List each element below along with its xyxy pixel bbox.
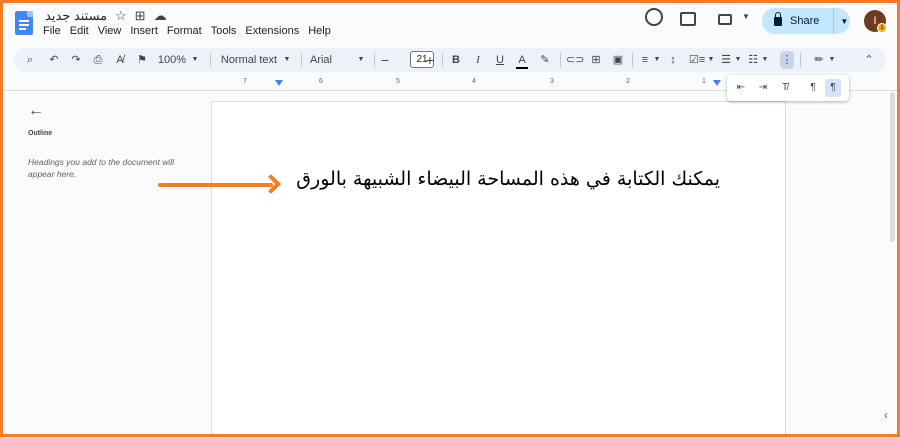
rtl-text-icon[interactable]: ¶ <box>825 79 841 97</box>
editing-mode-dropdown-icon[interactable]: ▼ <box>828 48 836 72</box>
share-label: Share <box>790 15 820 27</box>
underline-icon[interactable]: U <box>494 48 506 72</box>
ruler-tick: 2 <box>626 78 630 85</box>
ltr-text-icon[interactable]: ¶ <box>805 79 821 97</box>
style-dropdown-icon[interactable]: ▼ <box>282 48 292 72</box>
horizontal-ruler[interactable]: 7 6 5 4 3 2 1 <box>211 78 786 90</box>
document-body-text[interactable]: يمكنك الكتابة في هذه المساحة البيضاء الش… <box>284 168 720 190</box>
decrease-indent-icon[interactable]: ⇤ <box>733 79 749 97</box>
document-title[interactable]: مستند جديد <box>45 8 107 24</box>
font-dropdown-icon[interactable]: ▼ <box>356 48 366 72</box>
spellcheck-icon[interactable]: A̸ <box>112 48 128 72</box>
ruler-tick: 6 <box>319 78 323 85</box>
text-color-icon[interactable]: A <box>516 51 528 69</box>
bulleted-list-icon[interactable]: ☰ <box>719 48 733 72</box>
close-outline-arrow-icon[interactable]: ← <box>28 102 44 120</box>
share-dropdown-icon[interactable]: ▼ <box>840 17 848 26</box>
meet-dropdown-icon[interactable]: ▼ <box>742 12 750 21</box>
font-select[interactable]: Arial <box>308 48 334 72</box>
ruler-tick: 7 <box>243 78 247 85</box>
cloud-saved-icon[interactable]: ☁ <box>154 8 167 24</box>
clear-formatting-icon[interactable]: T̸ <box>777 79 793 97</box>
vertical-scrollbar[interactable] <box>890 92 895 242</box>
version-history-icon[interactable] <box>645 8 663 26</box>
increase-font-size-button[interactable]: + <box>424 48 436 72</box>
line-spacing-icon[interactable]: ↕ <box>666 48 680 72</box>
docs-logo-icon[interactable] <box>15 11 33 35</box>
menu-view[interactable]: View <box>93 25 126 37</box>
ruler-tick: 1 <box>702 78 706 85</box>
outline-hint: Headings you add to the document will ap… <box>28 157 175 179</box>
zoom-select[interactable]: 100% <box>157 48 187 72</box>
menu-insert[interactable]: Insert <box>126 25 163 37</box>
lock-icon <box>774 11 782 26</box>
insert-link-icon[interactable]: ⊂⊃ <box>566 48 584 72</box>
more-options-popover: ⇤ ⇥ T̸ ¶ ¶ <box>727 75 849 101</box>
menu-edit[interactable]: Edit <box>65 25 93 37</box>
print-icon[interactable]: ⎙ <box>90 48 106 72</box>
align-dropdown-icon[interactable]: ▼ <box>653 48 661 72</box>
menu-file[interactable]: File <box>43 25 65 37</box>
more-options-icon[interactable]: ⋮ <box>780 51 794 69</box>
avatar-badge: 1 <box>877 23 887 33</box>
italic-icon[interactable]: I <box>472 48 484 72</box>
outline-title: Outline <box>28 130 53 137</box>
annotation-arrow-icon <box>158 183 273 187</box>
title-bar: مستند جديد ☆ ⊞ ☁ File Edit View Insert F… <box>0 0 900 44</box>
hide-menus-icon[interactable]: ⌃ <box>862 48 876 72</box>
side-panel-toggle-icon[interactable]: ‹ <box>884 408 888 422</box>
search-menus-icon[interactable]: ⌕ <box>22 48 38 72</box>
document-page[interactable] <box>211 101 786 437</box>
ruler-tick: 5 <box>396 78 400 85</box>
star-icon[interactable]: ☆ <box>115 8 127 24</box>
insert-image-icon[interactable]: ▣ <box>610 48 626 72</box>
bullet-dropdown-icon[interactable]: ▼ <box>734 48 742 72</box>
zoom-dropdown-icon[interactable]: ▼ <box>190 48 200 72</box>
menu-bar: File Edit View Insert Format Tools Exten… <box>43 25 335 37</box>
left-indent-marker-icon[interactable] <box>275 80 283 86</box>
ruler-tick: 3 <box>550 78 554 85</box>
decrease-font-size-button[interactable]: − <box>379 48 391 72</box>
highlight-color-icon[interactable]: ✎ <box>538 48 552 72</box>
menu-tools[interactable]: Tools <box>206 25 241 37</box>
increase-indent-icon[interactable]: ⇥ <box>755 79 771 97</box>
menu-extensions[interactable]: Extensions <box>241 25 304 37</box>
meet-video-icon[interactable] <box>718 14 732 25</box>
add-comment-icon[interactable]: ⊞ <box>588 48 604 72</box>
editing-mode-icon[interactable]: ✏ <box>812 48 826 72</box>
comments-icon[interactable] <box>680 12 696 26</box>
bold-icon[interactable]: B <box>450 48 462 72</box>
redo-icon[interactable]: ↷ <box>68 48 84 72</box>
checklist-dropdown-icon[interactable]: ▼ <box>707 48 715 72</box>
checklist-icon[interactable]: ☑≡ <box>688 48 706 72</box>
undo-icon[interactable]: ↶ <box>46 48 62 72</box>
ruler-tick: 4 <box>472 78 476 85</box>
menu-format[interactable]: Format <box>162 25 206 37</box>
formatting-toolbar: ⌕ ↶ ↷ ⎙ A̸ ⚑ 100% ▼ Normal text ▼ Arial … <box>14 48 886 72</box>
paragraph-style-select[interactable]: Normal text <box>219 48 279 72</box>
paint-format-icon[interactable]: ⚑ <box>134 48 150 72</box>
share-button[interactable]: Share ▼ <box>762 8 850 34</box>
align-icon[interactable]: ≡ <box>638 48 652 72</box>
numbered-list-icon[interactable]: ☷ <box>746 48 760 72</box>
right-indent-marker-icon[interactable] <box>713 80 721 86</box>
menu-help[interactable]: Help <box>304 25 336 37</box>
numbered-dropdown-icon[interactable]: ▼ <box>761 48 769 72</box>
move-folder-icon[interactable]: ⊞ <box>135 8 146 24</box>
